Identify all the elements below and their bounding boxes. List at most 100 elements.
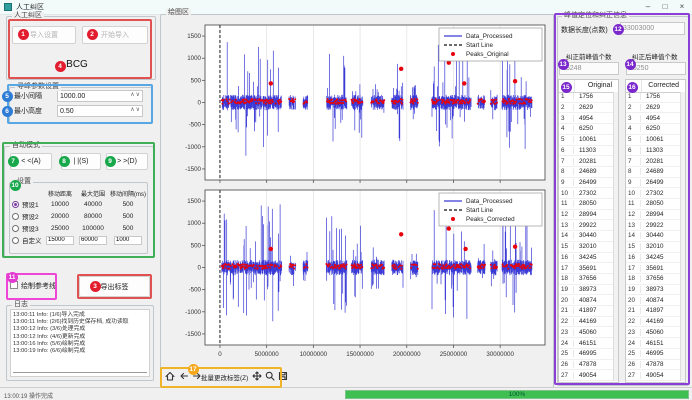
table-row[interactable]: 2749054 (559, 370, 613, 381)
table-row[interactable]: 2345060 (559, 327, 613, 338)
table-row[interactable]: 1128050 (626, 199, 680, 210)
table-row[interactable]: 1938973 (626, 285, 680, 296)
table-row[interactable]: 824689 (626, 167, 680, 178)
minimize-button[interactable]: – (640, 1, 656, 13)
table-row[interactable]: 2546995 (559, 349, 613, 360)
table-row[interactable]: 720281 (559, 156, 613, 167)
min-interval-spinbox[interactable]: ∧∨ (57, 90, 143, 102)
table-row[interactable]: 2040874 (626, 295, 680, 306)
zoom-button[interactable] (263, 369, 276, 382)
table-row[interactable]: 1430440 (626, 231, 680, 242)
table-row[interactable]: 2345060 (626, 327, 680, 338)
preset-radio[interactable] (12, 237, 19, 244)
import-settings-button[interactable]: 导入设置 (12, 26, 76, 44)
maximize-button[interactable]: □ (657, 1, 673, 13)
table-row[interactable]: 510061 (626, 135, 680, 146)
data-length-field[interactable] (620, 22, 685, 35)
table-row[interactable]: 510061 (559, 135, 613, 146)
preset-value-input[interactable] (114, 236, 142, 245)
table-row[interactable]: 1329922 (559, 220, 613, 231)
table-row[interactable]: 2141897 (626, 306, 680, 317)
home-button[interactable] (163, 369, 176, 382)
table-row[interactable]: 611303 (626, 146, 680, 157)
signal-plots[interactable]: -1500-1000-500050010001500Data_Processed… (161, 16, 551, 364)
preset-value: 100000 (76, 225, 110, 232)
table-row[interactable]: 2546995 (626, 349, 680, 360)
table-row[interactable]: 1027302 (559, 188, 613, 199)
corrected-peaks-table[interactable]: Corrected1175622629349544625051006161130… (625, 79, 686, 383)
svg-text:500: 500 (191, 242, 202, 249)
step-forward-button[interactable]: > >(D) (106, 153, 148, 170)
table-row[interactable]: 22629 (559, 103, 613, 114)
table-scrollbar[interactable] (613, 92, 618, 381)
svg-text:20000000: 20000000 (393, 351, 421, 358)
preset-radio[interactable] (12, 225, 19, 232)
preset-radio[interactable] (12, 201, 19, 208)
table-row[interactable]: 1938973 (559, 285, 613, 296)
close-button[interactable]: × (674, 1, 690, 13)
chevron-up-down-icon[interactable]: ∧∨ (130, 91, 141, 98)
log-scrollbar[interactable] (13, 372, 147, 373)
table-row[interactable]: 1634245 (626, 253, 680, 264)
table-row[interactable]: 2446151 (559, 338, 613, 349)
min-height-spinbox[interactable]: ∧∨ (57, 105, 143, 117)
table-row[interactable]: 611303 (559, 146, 613, 157)
table-row[interactable]: 2244169 (559, 317, 613, 328)
table-row[interactable]: 2040874 (559, 295, 613, 306)
svg-text:Data_Processed: Data_Processed (466, 198, 513, 205)
svg-text:-1500: -1500 (185, 331, 201, 338)
table-row[interactable]: 2749054 (626, 370, 680, 381)
preset-value-input[interactable] (79, 236, 107, 245)
log-output[interactable]: 13:00:11 Info: (1/6)导入完成13:00:11 Info: (… (10, 309, 150, 377)
table-row[interactable]: 1837656 (559, 274, 613, 285)
table-row[interactable]: 824689 (559, 167, 613, 178)
table-row[interactable]: 1634245 (559, 253, 613, 264)
table-row[interactable]: 1735691 (559, 263, 613, 274)
after-count-field[interactable] (626, 62, 686, 75)
table-row[interactable]: 22629 (626, 103, 680, 114)
preset-value-input[interactable] (46, 236, 74, 245)
table-row[interactable]: 2244169 (626, 317, 680, 328)
progress-bar: 100% (345, 390, 689, 399)
table-row[interactable]: 2647878 (626, 360, 680, 371)
table-row[interactable]: 46250 (626, 124, 680, 135)
preset-value: 500 (110, 225, 146, 232)
table-row[interactable]: 1735691 (626, 263, 680, 274)
draw-reference-checkbox[interactable] (10, 281, 18, 289)
table-row[interactable]: 2647878 (559, 360, 613, 371)
table-row[interactable]: 1532010 (559, 242, 613, 253)
table-row[interactable]: 1430440 (559, 231, 613, 242)
pause-button[interactable]: | |(S) (61, 153, 101, 170)
table-row[interactable]: 1329922 (626, 220, 680, 231)
table-row[interactable]: 926499 (626, 178, 680, 189)
table-row[interactable]: 720281 (626, 156, 680, 167)
back-button[interactable] (177, 369, 190, 382)
svg-text:1500: 1500 (187, 198, 201, 205)
pan-button[interactable] (250, 369, 263, 382)
preset-radio[interactable] (12, 213, 19, 220)
table-row[interactable]: 2446151 (626, 338, 680, 349)
table-row[interactable]: 1532010 (626, 242, 680, 253)
table-row[interactable]: 1228994 (559, 210, 613, 221)
table-row[interactable]: 926499 (559, 178, 613, 189)
chevron-up-down-icon[interactable]: ∧∨ (130, 106, 141, 113)
table-row[interactable]: 1228994 (626, 210, 680, 221)
table-row[interactable]: 34954 (559, 113, 613, 124)
batch-edit-labels-button[interactable]: 批量更改标签(Z) (201, 372, 248, 382)
signal-type-label: BCG (0, 59, 154, 70)
step-back-button[interactable]: < <(A) (10, 153, 52, 170)
save-button[interactable] (276, 369, 289, 382)
table-row[interactable]: 1027302 (626, 188, 680, 199)
table-row[interactable]: 11756 (626, 92, 680, 103)
original-peaks-table[interactable]: Original11756226293495446250510061611303… (558, 79, 619, 383)
table-row[interactable]: 1837656 (626, 274, 680, 285)
table-row[interactable]: 34954 (626, 113, 680, 124)
table-scrollbar[interactable] (680, 92, 685, 381)
export-labels-button[interactable]: 导出标签 (79, 276, 150, 297)
table-row[interactable]: 11756 (559, 92, 613, 103)
table-row[interactable]: 2141897 (559, 306, 613, 317)
table-row[interactable]: 46250 (559, 124, 613, 135)
table-row[interactable]: 1128050 (559, 199, 613, 210)
start-import-button[interactable]: 开始导入 (82, 26, 148, 44)
before-count-field[interactable] (559, 62, 619, 75)
